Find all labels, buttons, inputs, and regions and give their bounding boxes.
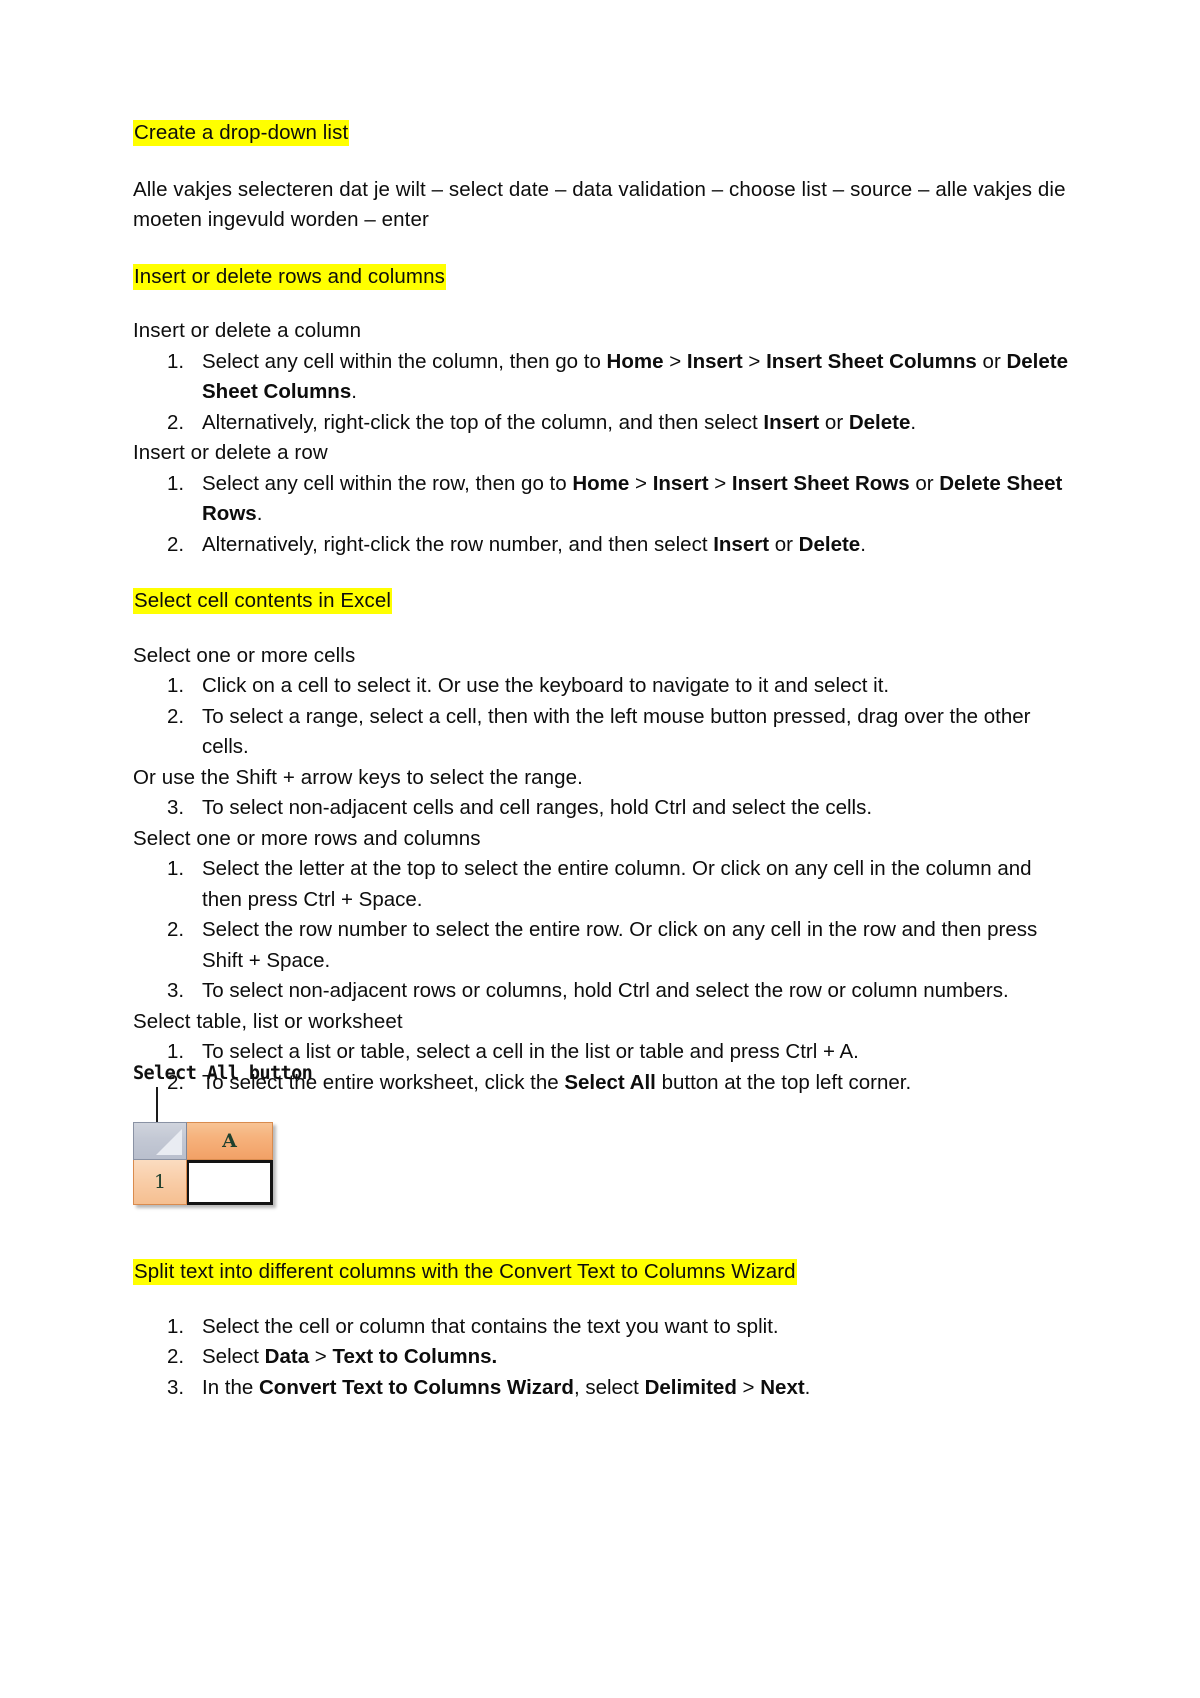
heading-highlight: Insert or delete rows and columns [133, 263, 446, 290]
list-insert-delete-column: 1. Select any cell within the column, th… [133, 347, 1073, 439]
list-item: 3. To select non-adjacent rows or column… [133, 976, 1073, 1007]
document-page: Create a drop-down list Alle vakjes sele… [0, 0, 1200, 1698]
list-select-rows-columns: 1. Select the letter at the top to selec… [133, 854, 1073, 1007]
select-all-callout-figure: Select All button A 1 [133, 1063, 473, 1223]
excel-header-row: A [133, 1122, 273, 1160]
subheading-select-one-or-more-cells: Select one or more cells [133, 643, 356, 667]
select-all-triangle-icon [156, 1129, 182, 1155]
list-item-text: To select non-adjacent rows or columns, … [202, 979, 1009, 1002]
list-item-number: 3. [167, 979, 185, 1002]
list-item-number: 1. [167, 1314, 185, 1338]
list-item-number: 2. [167, 410, 185, 434]
list-item-text: Select any cell within the row, then go … [202, 471, 1063, 526]
list-item: 1. Select the cell or column that contai… [133, 1312, 1073, 1343]
list-item: 1. Select any cell within the column, th… [133, 347, 1073, 408]
list-item-text: To select non-adjacent cells and cell ra… [202, 796, 873, 819]
list-select-cells-continued: 3. To select non-adjacent cells and cell… [133, 793, 1073, 824]
list-item: 2. Alternatively, right-click the top of… [133, 408, 1073, 439]
list-item-number: 2. [167, 918, 185, 941]
list-item-text: To select a range, select a cell, then w… [202, 704, 1031, 759]
excel-row-header-1[interactable]: 1 [133, 1160, 187, 1205]
list-item: 3. To select non-adjacent cells and cell… [133, 793, 1073, 824]
callout-label: Select All button [133, 1063, 313, 1084]
heading-highlight: Select cell contents in Excel [133, 588, 392, 614]
heading-split-text-columns: Split text into different columns with t… [133, 1257, 1073, 1288]
section-split-text: Split text into different columns with t… [133, 1257, 1073, 1403]
subheading-select-table-list-worksheet: Select table, list or worksheet [133, 1009, 403, 1033]
subheading-insert-delete-row: Insert or delete a row [133, 441, 328, 464]
document-body: Create a drop-down list Alle vakjes sele… [133, 118, 1073, 1098]
excel-active-cell-a1[interactable] [187, 1160, 273, 1205]
list-item-text: Select the row number to select the enti… [202, 918, 1038, 972]
list-item-number: 2. [167, 704, 185, 728]
list-item-number: 1. [167, 674, 185, 697]
list-item-number: 1. [167, 471, 185, 495]
list-item-text: Click on a cell to select it. Or use the… [202, 674, 890, 697]
list-item-number: 1. [167, 857, 185, 880]
list-item-text: Alternatively, right-click the top of th… [202, 410, 917, 434]
heading-highlight: Create a drop-down list [133, 120, 350, 146]
list-item-text: In the Convert Text to Columns Wizard, s… [202, 1375, 811, 1399]
heading-insert-delete-rows-columns: Insert or delete rows and columns [133, 262, 1073, 293]
list-item: 1. Click on a cell to select it. Or use … [133, 671, 1073, 702]
list-item-number: 2. [167, 532, 185, 556]
list-item-number: 3. [167, 796, 185, 819]
excel-grid-screenshot: A 1 [133, 1122, 273, 1205]
excel-column-header-a[interactable]: A [187, 1122, 273, 1160]
list-item-text: Alternatively, right-click the row numbe… [202, 532, 866, 556]
list-item: 1. Select the letter at the top to selec… [133, 854, 1073, 915]
list-item-text: Select the letter at the top to select t… [202, 857, 1032, 911]
list-item: 2. Select the row number to select the e… [133, 915, 1073, 976]
heading-create-dropdown-list: Create a drop-down list [133, 118, 1073, 149]
list-item-text: Select the cell or column that contains … [202, 1314, 779, 1338]
list-item: 1. Select any cell within the row, then … [133, 469, 1073, 530]
heading-highlight: Split text into different columns with t… [133, 1259, 797, 1285]
list-insert-delete-row: 1. Select any cell within the row, then … [133, 469, 1073, 561]
subheading-insert-delete-column: Insert or delete a column [133, 319, 362, 342]
subheading-select-rows-and-columns: Select one or more rows and columns [133, 826, 481, 850]
list-item: 2. Alternatively, right-click the row nu… [133, 530, 1073, 561]
list-item: 2. To select a range, select a cell, the… [133, 702, 1073, 763]
list-item-number: 2. [167, 1345, 185, 1368]
list-item: 2. Select Data > Text to Columns. [133, 1342, 1073, 1373]
heading-select-cell-contents: Select cell contents in Excel [133, 586, 1073, 617]
list-item-number: 1. [167, 349, 185, 373]
excel-body-row: 1 [133, 1160, 273, 1205]
list-select-cells: 1. Click on a cell to select it. Or use … [133, 671, 1073, 763]
list-item-text: Select Data > Text to Columns. [202, 1345, 498, 1368]
list-item-text: Select any cell within the column, then … [202, 349, 1068, 404]
list-item: 3. In the Convert Text to Columns Wizard… [133, 1373, 1073, 1404]
note-shift-arrow-keys: Or use the Shift + arrow keys to select … [133, 765, 583, 789]
list-item-number: 3. [167, 1375, 185, 1399]
list-split-text-steps: 1. Select the cell or column that contai… [133, 1312, 1073, 1404]
paragraph-dropdown-steps: Alle vakjes selecteren dat je wilt – sel… [133, 177, 1066, 232]
select-all-button[interactable] [133, 1122, 187, 1160]
